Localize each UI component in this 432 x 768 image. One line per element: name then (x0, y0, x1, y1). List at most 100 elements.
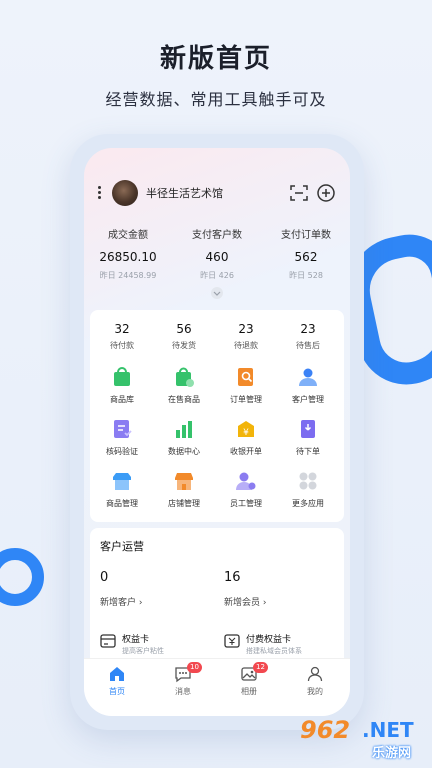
stat-paying-customers[interactable]: 支付客户数 460 昨日 426 (173, 226, 261, 281)
tool-label: 核码验证 (106, 447, 138, 456)
bar-chart-icon (176, 421, 192, 438)
svg-text:¥: ¥ (243, 428, 249, 438)
tool-more-apps[interactable]: 更多应用 (278, 470, 338, 509)
tab-profile[interactable]: 我的 (282, 665, 348, 697)
verify-code-icon (114, 420, 132, 438)
new-customers[interactable]: 0 新增客户 › (100, 570, 142, 608)
watermark-number: 962 (300, 716, 351, 744)
stat-sales-amount[interactable]: 成交金额 26850.10 昨日 24458.99 (84, 226, 172, 281)
tool-label: 商品管理 (106, 499, 138, 508)
tool-label: 在售商品 (168, 395, 200, 404)
order-count-value: 32 (114, 322, 130, 336)
tool-product-library[interactable]: 商品库 (92, 366, 152, 405)
perk-subtitle: 提高客户粘性 (122, 647, 164, 655)
stat-previous: 昨日 24458.99 (99, 271, 157, 280)
new-members[interactable]: 16 新增会员 › (224, 570, 266, 608)
avatar[interactable] (112, 180, 138, 206)
shop-header: 半径生活艺术馆 (84, 180, 350, 206)
stat-previous: 昨日 426 (200, 271, 234, 280)
tool-label: 店铺管理 (168, 499, 200, 508)
order-count-value: 23 (238, 322, 254, 336)
tool-store-management[interactable]: 店铺管理 (154, 470, 214, 509)
product-manage-icon (113, 473, 131, 490)
tab-album[interactable]: 12 相册 (216, 662, 282, 697)
tool-on-sale[interactable]: 在售商品 (154, 366, 214, 405)
product-library-icon (114, 367, 130, 386)
badge-album: 12 (253, 662, 268, 673)
watermark-name: 乐游网 (372, 746, 412, 761)
chevron-down-icon[interactable] (209, 287, 225, 299)
tool-cashier[interactable]: ¥ 收银开单 (216, 418, 276, 457)
stat-value: 26850.10 (99, 250, 157, 264)
shop-name[interactable]: 半径生活艺术馆 (146, 185, 223, 201)
plus-circle-icon[interactable] (316, 183, 336, 203)
stat-label: 支付客户数 (192, 230, 242, 241)
tab-label: 首页 (109, 687, 125, 696)
profile-icon (307, 666, 323, 682)
card-icon (100, 634, 116, 648)
customer-icon (299, 368, 317, 386)
tab-label: 相册 (241, 687, 257, 696)
tool-label: 商品库 (110, 395, 134, 404)
tab-label: 消息 (175, 687, 191, 696)
new-customers-value: 0 (100, 570, 109, 585)
order-count-label: 待发货 (172, 341, 196, 350)
tool-label: 数据中心 (168, 447, 200, 456)
tab-messages[interactable]: 10 消息 (150, 662, 216, 697)
tab-home[interactable]: 首页 (84, 665, 150, 697)
staff-icon (236, 472, 256, 490)
new-customers-link[interactable]: 新增客户 › (100, 595, 142, 608)
tab-label: 我的 (307, 687, 323, 696)
more-vertical-icon[interactable] (96, 184, 102, 202)
decorative-ring-left (0, 548, 44, 606)
perk-subtitle: 搭建私域会员体系 (246, 647, 302, 655)
on-sale-bag-icon (176, 367, 194, 387)
tool-label: 收银开单 (230, 447, 262, 456)
tool-label: 订单管理 (230, 395, 262, 404)
orders-and-tools-card: 32 待付款 56 待发货 23 待退款 23 待售后 商品库 在售商品 订单管… (90, 310, 344, 522)
tool-customer-management[interactable]: 客户管理 (278, 366, 338, 405)
more-apps-icon (299, 472, 317, 490)
tool-staff-management[interactable]: 员工管理 (216, 470, 276, 509)
phone-screen: 半径生活艺术馆 成交金额 26850.10 昨日 24458.99 支付客户数 … (84, 148, 350, 716)
promo-headline: 新版首页 (159, 44, 272, 74)
order-count-value: 56 (176, 322, 192, 336)
stat-paid-orders[interactable]: 支付订单数 562 昨日 528 (262, 226, 350, 281)
order-count-value: 23 (300, 322, 316, 336)
badge-messages: 10 (187, 662, 202, 673)
order-search-icon (238, 368, 253, 386)
tool-label: 客户管理 (292, 395, 324, 404)
bottom-tab-bar: 首页 10 消息 12 相册 我的 (84, 658, 350, 716)
watermark-domain: .NET (362, 718, 414, 742)
order-count-pending-refund[interactable]: 23 待退款 (216, 322, 276, 351)
stat-value: 460 (205, 250, 229, 264)
pending-order-icon (301, 420, 315, 438)
customer-operations-card: 客户运营 0 新增客户 › 16 新增会员 › 权益卡 提高客户粘性 付费权益卡… (90, 528, 344, 678)
stat-label: 成交金额 (108, 230, 148, 241)
order-count-label: 待退款 (234, 341, 258, 350)
site-watermark: 962 .NET 乐游网 (300, 716, 428, 764)
order-count-after-sales[interactable]: 23 待售后 (278, 322, 338, 351)
new-members-value: 16 (224, 570, 241, 585)
cashier-icon: ¥ (238, 421, 254, 438)
order-count-pending-payment[interactable]: 32 待付款 (92, 322, 152, 351)
scan-icon[interactable] (290, 184, 308, 202)
operations-title: 客户运营 (100, 540, 144, 553)
tool-order-management[interactable]: 订单管理 (216, 366, 276, 405)
store-icon (175, 473, 193, 490)
perk-title: 付费权益卡 (246, 635, 292, 645)
tool-label: 更多应用 (292, 499, 324, 508)
order-count-pending-shipment[interactable]: 56 待发货 (154, 322, 214, 351)
order-count-label: 待付款 (110, 341, 134, 350)
stat-label: 支付订单数 (281, 230, 331, 241)
tool-label: 待下单 (296, 447, 320, 456)
tool-pending-order[interactable]: 待下单 (278, 418, 338, 457)
perk-title: 权益卡 (122, 635, 150, 645)
tool-verify-code[interactable]: 核码验证 (92, 418, 152, 457)
tool-product-management[interactable]: 商品管理 (92, 470, 152, 509)
home-icon (110, 667, 124, 681)
tool-data-center[interactable]: 数据中心 (154, 418, 214, 457)
order-count-label: 待售后 (296, 341, 320, 350)
new-members-link[interactable]: 新增会员 › (224, 595, 266, 608)
stat-previous: 昨日 528 (289, 271, 323, 280)
